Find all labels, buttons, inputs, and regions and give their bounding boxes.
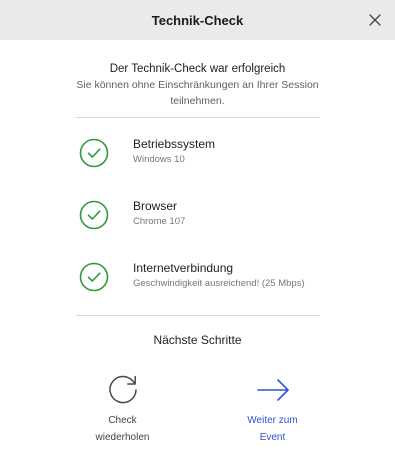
retry-check-button[interactable]: Check wiederholen: [78, 370, 168, 446]
divider: [75, 117, 320, 118]
next-steps-actions: Check wiederholen Weiter zum Event: [0, 370, 395, 446]
check-title: Browser: [133, 199, 178, 213]
check-item-browser: Browser Chrome 107: [0, 192, 395, 254]
continue-to-event-button[interactable]: Weiter zum Event: [228, 370, 318, 446]
close-button[interactable]: [365, 10, 385, 30]
check-circle-icon: [79, 138, 109, 168]
dialog-header: Technik-Check: [0, 0, 395, 40]
technik-check-dialog: Technik-Check Der Technik-Check war erfo…: [0, 0, 395, 475]
check-detail: Geschwindigkeit ausreichend! (25 Mbps): [133, 278, 305, 289]
check-title: Betriebssystem: [133, 137, 216, 151]
check-item-internet-connection: Internetverbindung Geschwindigkeit ausre…: [0, 254, 395, 316]
check-list: Betriebssystem Windows 10 Browser Chrome…: [0, 130, 395, 316]
retry-check-label: Check wiederholen: [95, 415, 150, 443]
intro-section: Der Technik-Check war erfolgreich Sie kö…: [0, 61, 395, 109]
close-icon: [369, 14, 381, 26]
check-detail: Windows 10: [133, 154, 185, 165]
check-title: Internetverbindung: [133, 261, 234, 275]
intro-text: Sie können ohne Einschränkungen an Ihrer…: [76, 79, 319, 107]
check-circle-icon: [79, 262, 109, 292]
check-circle-icon: [79, 200, 109, 230]
divider: [75, 315, 320, 316]
check-item-operating-system: Betriebssystem Windows 10: [0, 130, 395, 192]
arrow-right-icon: [256, 379, 289, 401]
dialog-title: Technik-Check: [151, 12, 244, 28]
continue-to-event-label: Weiter zum Event: [247, 415, 298, 443]
refresh-icon: [108, 375, 137, 404]
intro-title: Der Technik-Check war erfolgreich: [109, 63, 286, 75]
next-steps-title: Nächste Schritte: [153, 333, 242, 347]
check-detail: Chrome 107: [133, 216, 186, 227]
